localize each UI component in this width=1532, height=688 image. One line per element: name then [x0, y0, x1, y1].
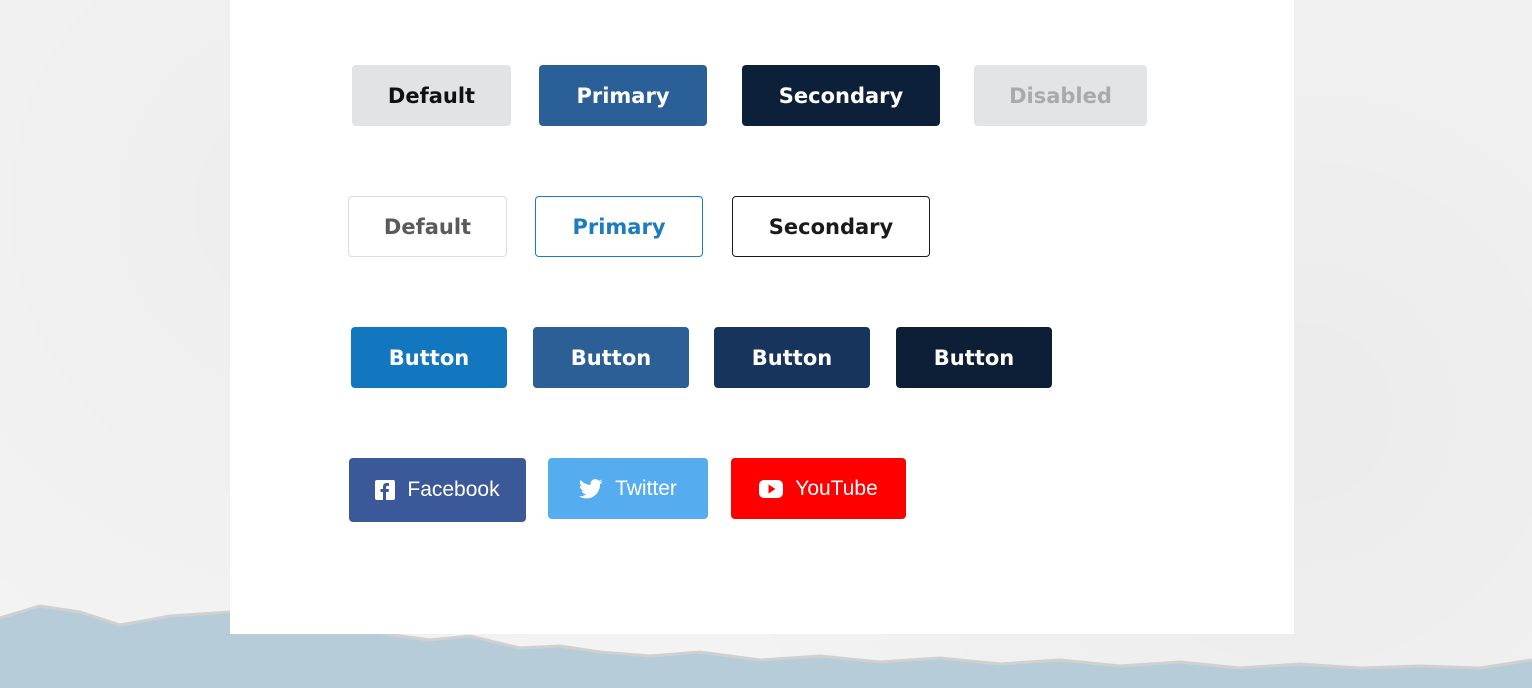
secondary-button[interactable]: Secondary	[742, 65, 940, 126]
default-button[interactable]: Default	[352, 65, 511, 126]
youtube-icon	[759, 479, 784, 498]
facebook-label: Facebook	[407, 478, 500, 501]
disabled-button: Disabled	[974, 65, 1147, 126]
youtube-button[interactable]: YouTube	[731, 458, 906, 519]
medium-blue-button[interactable]: Button	[533, 327, 689, 388]
blue-button[interactable]: Button	[351, 327, 507, 388]
twitter-label: Twitter	[615, 476, 677, 500]
outline-default-button[interactable]: Default	[348, 196, 507, 257]
outline-secondary-button[interactable]: Secondary	[732, 196, 930, 257]
facebook-button[interactable]: Facebook	[349, 458, 526, 522]
twitter-icon	[579, 478, 603, 499]
facebook-icon	[375, 480, 396, 500]
navy-button[interactable]: Button	[896, 327, 1052, 388]
primary-button[interactable]: Primary	[539, 65, 707, 126]
twitter-button[interactable]: Twitter	[548, 458, 708, 519]
youtube-label: YouTube	[795, 476, 878, 500]
outline-primary-button[interactable]: Primary	[535, 196, 703, 257]
dark-blue-button[interactable]: Button	[714, 327, 870, 388]
